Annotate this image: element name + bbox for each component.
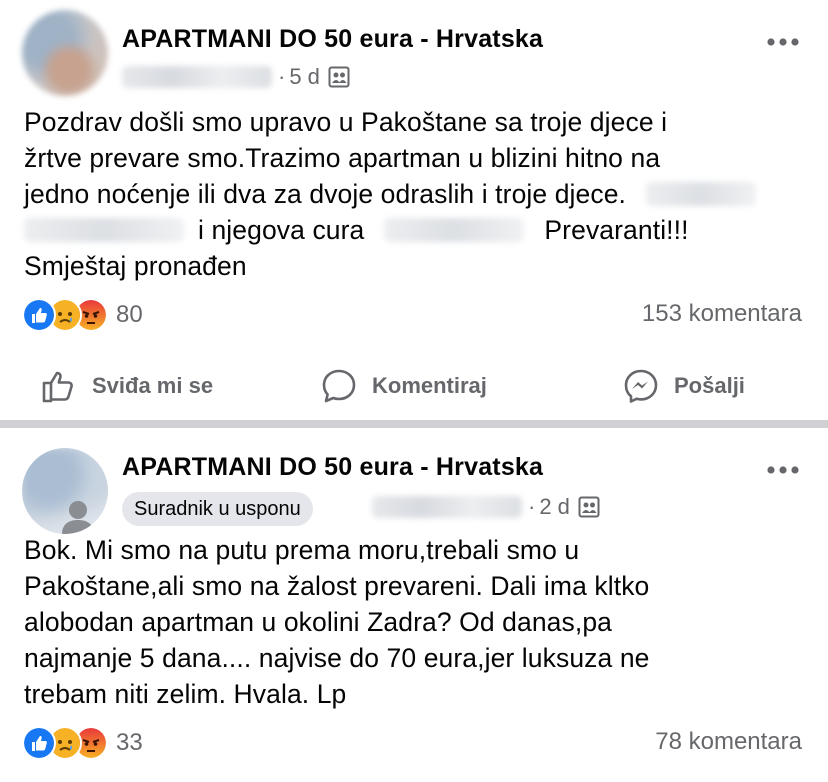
post-text-segment: i njegova cura (198, 215, 365, 245)
author-name-redacted (122, 66, 272, 88)
send-button[interactable]: Pošalji (622, 356, 745, 416)
like-button-label: Sviđa mi se (92, 373, 214, 398)
comment-count[interactable]: 78 komentara (655, 728, 802, 756)
group-icon (328, 66, 350, 88)
like-reaction-icon (22, 298, 56, 332)
group-name[interactable]: APARTMANI DO 50 eura - Hrvatska (122, 453, 543, 482)
author-name-redacted (372, 496, 522, 518)
reaction-count: 80 (116, 301, 143, 328)
like-reaction-icon (22, 726, 56, 760)
post-1: APARTMANI DO 50 eura - Hrvatska · 5 d Po… (0, 0, 828, 420)
post-text-line: žrtve prevare smo.Trazimo apartman u bli… (24, 143, 661, 173)
post-text: Bok. Mi smo na putu prema moru,trebali s… (24, 532, 814, 712)
feed-divider (0, 420, 828, 428)
send-button-label: Pošalji (674, 373, 745, 398)
reactions-summary[interactable]: 33 (22, 726, 143, 760)
redacted-text (646, 182, 757, 206)
post-text-line: Pozdrav došli smo upravo u Pakoštane sa … (24, 107, 668, 137)
group-name[interactable]: APARTMANI DO 50 eura - Hrvatska (122, 25, 543, 54)
post-meta: · 2 d (372, 494, 600, 520)
like-button[interactable]: Sviđa mi se (40, 356, 213, 416)
post-text-line: Smještaj pronađen (24, 251, 247, 281)
post-text-line: trebam niti zelim. Hvala. Lp (24, 679, 347, 709)
group-avatar[interactable] (22, 448, 108, 534)
person-icon (62, 501, 94, 534)
post-text-segment: jedno noćenje ili dva za dvoje odraslih … (24, 179, 627, 209)
post-text-line: i njegova cura Prevaranti!!! (24, 212, 814, 248)
member-badge[interactable]: Suradnik u usponu (122, 492, 313, 526)
post-text-line: Bok. Mi smo na putu prema moru,trebali s… (24, 535, 580, 565)
post-meta: · 5 d (122, 64, 350, 90)
post-text-line: alobodan apartman u okolini Zadra? Od da… (24, 607, 613, 637)
meta-dot: · (528, 494, 536, 519)
messenger-icon (624, 369, 658, 403)
post-text-line: Pakoštane,ali smo na žalost prevareni. D… (24, 571, 650, 601)
post-text-line: najmanje 5 dana.... najvise do 70 eura,j… (24, 643, 650, 673)
comment-button[interactable]: Komentiraj (320, 356, 487, 416)
post-text-segment: Prevaranti!!! (544, 215, 689, 245)
post-2: APARTMANI DO 50 eura - Hrvatska Suradnik… (0, 428, 828, 782)
more-icon[interactable] (766, 36, 800, 48)
group-avatar[interactable] (22, 10, 108, 96)
redacted-text (24, 218, 184, 242)
post-text-line: jedno noćenje ili dva za dvoje odraslih … (24, 176, 814, 212)
post-time[interactable]: 2 d (539, 494, 570, 520)
comment-icon (322, 369, 356, 403)
post-text: Pozdrav došli smo upravo u Pakoštane sa … (24, 104, 814, 284)
redacted-text (384, 218, 525, 242)
post-time[interactable]: 5 d (289, 64, 320, 90)
comment-button-label: Komentiraj (372, 373, 487, 398)
comment-count[interactable]: 153 komentara (642, 300, 802, 328)
more-icon[interactable] (766, 464, 800, 476)
group-icon (578, 496, 600, 518)
thumbs-up-icon (42, 371, 73, 403)
reactions-summary[interactable]: 80 (22, 298, 143, 332)
post-actions: Sviđa mi se Komentiraj Pošalji (0, 356, 828, 416)
reaction-count: 33 (116, 729, 143, 756)
meta-dot: · (278, 64, 286, 89)
